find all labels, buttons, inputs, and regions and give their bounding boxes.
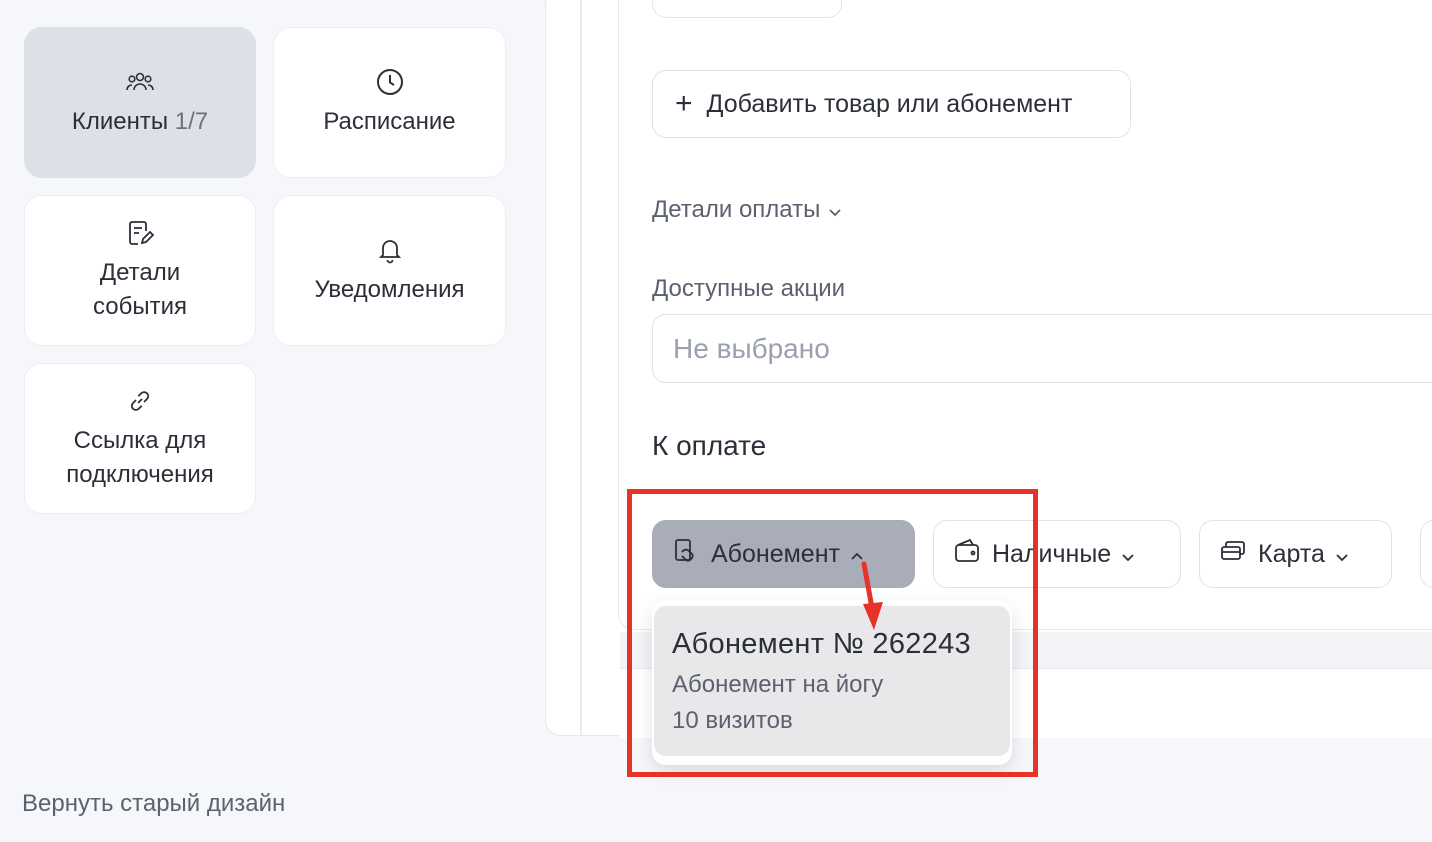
document-edit-icon xyxy=(125,218,155,248)
payment-method-more[interactable] xyxy=(1420,520,1432,588)
payment-details-toggle[interactable]: Детали оплаты xyxy=(652,196,842,224)
nav-tile-label: Клиенты xyxy=(71,107,169,135)
subscription-dropdown: Абонемент № 262243 Абонемент на йогу 10 … xyxy=(652,600,1012,765)
chevron-down-icon xyxy=(1335,540,1349,569)
plus-icon: + xyxy=(675,87,693,120)
payment-method-label: Наличные xyxy=(992,539,1112,568)
promotions-placeholder: Не выбрано xyxy=(673,332,830,364)
payment-method-cash[interactable]: Наличные xyxy=(933,520,1181,588)
nav-tile-notifications[interactable]: Уведомления xyxy=(273,195,506,346)
users-icon xyxy=(125,67,155,97)
clients-count: 1/7 xyxy=(174,107,209,135)
payment-method-subscription[interactable]: Абонемент xyxy=(652,520,915,588)
promotions-label: Доступные акции xyxy=(652,275,846,302)
nav-tile-event-details[interactable]: Детали события xyxy=(24,195,256,346)
subscription-option-visits: 10 визитов xyxy=(672,707,793,734)
nav-tile-label-line2: события xyxy=(92,292,187,320)
subscription-card-icon xyxy=(671,536,701,573)
wallet-icon xyxy=(952,536,982,573)
bell-icon xyxy=(375,235,405,265)
chevron-down-icon xyxy=(1121,540,1135,569)
nav-tile-label: Уведомления xyxy=(314,275,465,303)
chevron-up-icon xyxy=(850,540,864,569)
chevron-down-icon xyxy=(828,196,842,224)
nav-tile-label-line1: Детали xyxy=(99,258,181,286)
nav-tile-clients[interactable]: Клиенты 1/7 xyxy=(24,27,256,178)
nav-tile-schedule[interactable]: Расписание xyxy=(273,27,506,178)
subscription-option-description: Абонемент на йогу xyxy=(672,671,884,698)
payment-method-label: Абонемент xyxy=(711,539,840,568)
panel-divider xyxy=(580,0,582,736)
nav-tile-label: Расписание xyxy=(323,107,456,135)
promotions-select[interactable]: Не выбрано xyxy=(652,314,1432,383)
nav-tile-label-line1: Ссылка для xyxy=(73,426,207,454)
subscription-option[interactable]: Абонемент № 262243 Абонемент на йогу 10 … xyxy=(654,606,1010,756)
payment-method-label: Карта xyxy=(1258,539,1325,568)
payment-method-card[interactable]: Карта xyxy=(1199,520,1392,588)
subscription-option-title: Абонемент № 262243 xyxy=(672,628,971,660)
add-product-button[interactable]: + Добавить товар или абонемент xyxy=(652,70,1131,138)
link-icon xyxy=(125,386,155,416)
nav-tile-join-link[interactable]: Ссылка для подключения xyxy=(24,363,256,514)
nav-tile-label-line2: подключения xyxy=(66,460,214,488)
add-product-label: Добавить товар или абонемент xyxy=(706,89,1073,118)
to-pay-label: К оплате xyxy=(652,430,767,461)
credit-card-icon xyxy=(1218,536,1248,573)
clock-icon xyxy=(375,67,405,97)
nav-tile-clients-text: Клиенты 1/7 xyxy=(72,105,208,139)
previous-field xyxy=(652,0,842,18)
old-design-link[interactable]: Вернуть старый дизайн xyxy=(22,790,285,818)
payment-details-label: Детали оплаты xyxy=(652,196,821,223)
